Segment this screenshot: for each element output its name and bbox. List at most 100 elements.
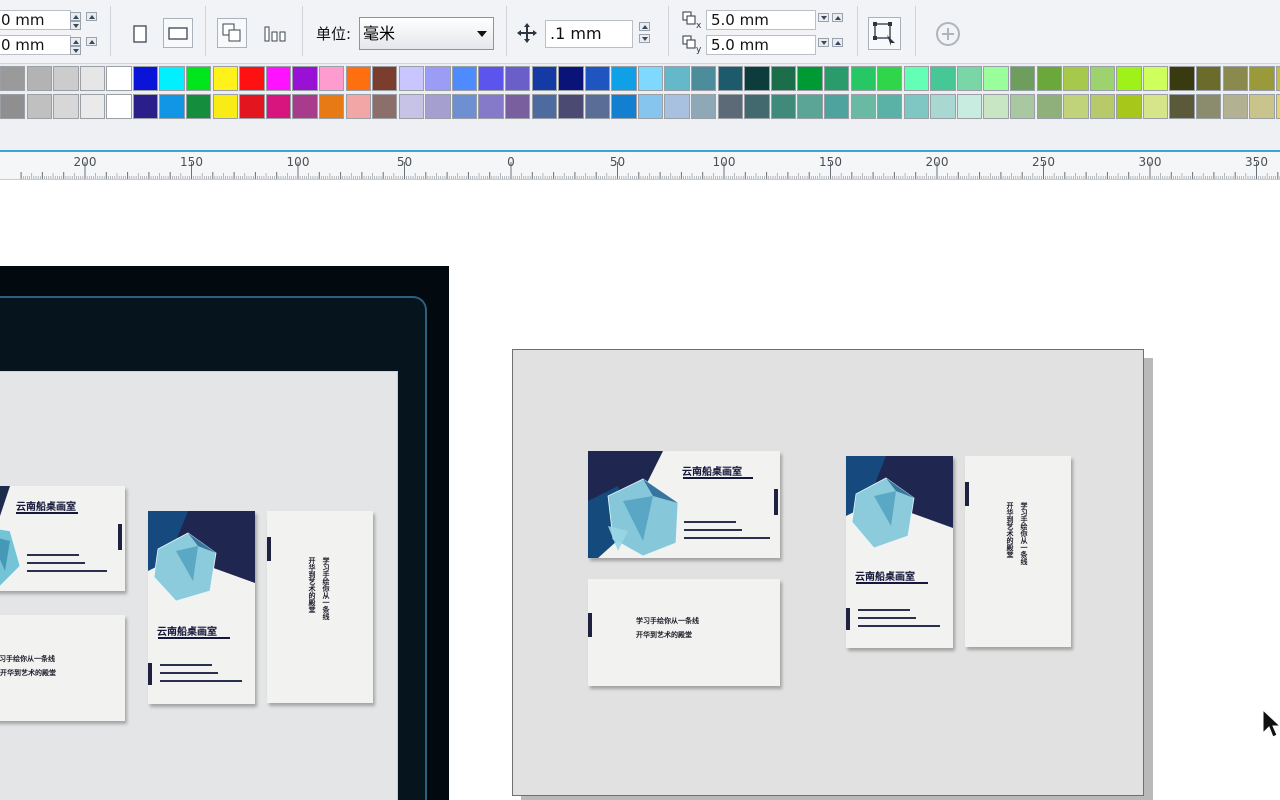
color-swatch[interactable] (1249, 94, 1275, 119)
color-swatch[interactable] (1116, 94, 1142, 119)
color-swatch[interactable] (664, 66, 690, 91)
color-swatch[interactable] (318, 66, 345, 91)
color-swatch[interactable] (717, 94, 743, 119)
color-swatch[interactable] (478, 94, 504, 119)
color-swatch[interactable] (79, 94, 106, 119)
color-swatch[interactable] (26, 66, 52, 91)
height-field[interactable]: 0 mm (0, 35, 71, 55)
width-lock-up[interactable] (86, 12, 97, 21)
color-swatch[interactable] (425, 94, 451, 119)
color-swatch[interactable] (318, 94, 345, 119)
duplicate-y-spin-down[interactable] (818, 38, 829, 47)
color-swatch[interactable] (770, 94, 797, 119)
card-front-horizontal[interactable]: 云南船桌画室 (588, 451, 780, 558)
color-swatch[interactable] (186, 66, 212, 91)
color-swatch[interactable] (106, 94, 132, 119)
card-front-vertical-left[interactable]: 云南船桌画室 (148, 511, 255, 704)
color-swatch[interactable] (531, 94, 557, 119)
color-swatch[interactable] (1142, 66, 1169, 91)
add-plus-icon[interactable] (935, 21, 963, 53)
color-swatch[interactable] (1222, 66, 1248, 91)
color-swatch[interactable] (53, 94, 79, 119)
color-swatch[interactable] (1169, 94, 1195, 119)
color-swatch[interactable] (79, 66, 106, 91)
drawing-canvas[interactable]: 云南船桌画室 学习手绘你从一条线 开华到艺术的殿堂 (0, 181, 1280, 800)
color-swatch[interactable] (797, 94, 823, 119)
duplicate-x-field[interactable]: 5.0 mm (706, 10, 816, 30)
color-swatch[interactable] (983, 94, 1009, 119)
color-swatch[interactable] (797, 66, 823, 91)
color-swatch[interactable] (584, 66, 611, 91)
color-swatch[interactable] (0, 66, 26, 91)
color-swatch[interactable] (132, 94, 159, 119)
width-spin-up[interactable] (70, 12, 81, 21)
color-swatch[interactable] (850, 94, 876, 119)
color-swatch[interactable] (930, 94, 956, 119)
color-swatch[interactable] (1089, 66, 1116, 91)
color-swatch[interactable] (611, 94, 637, 119)
color-swatch[interactable] (265, 94, 292, 119)
color-swatch[interactable] (53, 66, 79, 91)
dark-mockup-frame[interactable]: 云南船桌画室 学习手绘你从一条线 开华到艺术的殿堂 (0, 266, 449, 800)
width-field[interactable]: 0 mm (0, 10, 71, 30)
color-swatch[interactable] (983, 66, 1009, 91)
color-swatch[interactable] (398, 94, 425, 119)
color-swatch[interactable] (1036, 94, 1062, 119)
color-swatch[interactable] (637, 66, 664, 91)
color-swatch[interactable] (1196, 94, 1222, 119)
color-swatch[interactable] (398, 66, 425, 91)
treat-as-filled-button[interactable] (868, 17, 901, 50)
color-swatch[interactable] (292, 94, 318, 119)
color-swatch[interactable] (1196, 66, 1222, 91)
color-swatch[interactable] (744, 94, 770, 119)
horizontal-ruler[interactable]: 200 150 100 50 0 50 100 150 200 250 300 350 (0, 152, 1280, 180)
color-swatch[interactable] (531, 66, 557, 91)
nudge-spin-down[interactable] (639, 34, 650, 43)
color-swatch[interactable] (664, 94, 690, 119)
color-swatch[interactable] (1116, 66, 1142, 91)
color-swatch[interactable] (0, 94, 26, 119)
color-swatch[interactable] (451, 94, 478, 119)
color-swatch[interactable] (1063, 94, 1089, 119)
card-back-vertical[interactable]: 学习手绘你从一条线 开华到艺术的殿堂 (965, 456, 1071, 647)
color-swatch[interactable] (372, 94, 398, 119)
duplicate-y-field[interactable]: 5.0 mm (706, 35, 816, 55)
color-swatch[interactable] (372, 66, 398, 91)
color-swatch[interactable] (345, 94, 371, 119)
card-front-horizontal-left[interactable]: 云南船桌画室 (0, 486, 125, 591)
card-front-vertical[interactable]: 云南船桌画室 (846, 456, 953, 648)
nudge-distance-field[interactable]: .1 mm (545, 20, 633, 48)
color-swatch[interactable] (265, 66, 292, 91)
color-swatch[interactable] (504, 94, 531, 119)
color-swatch[interactable] (930, 66, 956, 91)
card-back-horizontal[interactable]: 学习手绘你从一条线 开华到艺术的殿堂 (588, 579, 780, 686)
color-swatch[interactable] (159, 66, 185, 91)
color-swatch[interactable] (770, 66, 797, 91)
color-swatch[interactable] (26, 94, 52, 119)
color-swatch[interactable] (956, 66, 983, 91)
color-swatch[interactable] (877, 66, 903, 91)
color-swatch[interactable] (504, 66, 531, 91)
color-swatch[interactable] (345, 66, 371, 91)
color-swatch[interactable] (1169, 66, 1195, 91)
color-swatch[interactable] (611, 66, 637, 91)
color-swatch[interactable] (744, 66, 770, 91)
duplicate-x-spin-down[interactable] (818, 13, 829, 22)
color-swatch[interactable] (186, 94, 212, 119)
color-swatch[interactable] (637, 94, 664, 119)
color-swatch[interactable] (478, 66, 504, 91)
color-swatch[interactable] (1036, 66, 1062, 91)
color-swatch[interactable] (1009, 94, 1036, 119)
color-swatch[interactable] (292, 66, 318, 91)
color-swatch[interactable] (1275, 66, 1280, 91)
color-swatch[interactable] (1009, 66, 1036, 91)
color-swatch[interactable] (159, 94, 185, 119)
color-swatch[interactable] (691, 66, 717, 91)
color-swatch[interactable] (1063, 66, 1089, 91)
right-mockup-page[interactable]: 云南船桌画室 学习手绘你从一条线 开华到艺术的殿堂 云南船桌画室 学习手绘你从一… (512, 349, 1144, 796)
color-swatch[interactable] (558, 66, 584, 91)
color-swatch[interactable] (584, 94, 611, 119)
color-swatch[interactable] (1249, 66, 1275, 91)
color-swatch[interactable] (239, 66, 265, 91)
color-swatch[interactable] (850, 66, 876, 91)
